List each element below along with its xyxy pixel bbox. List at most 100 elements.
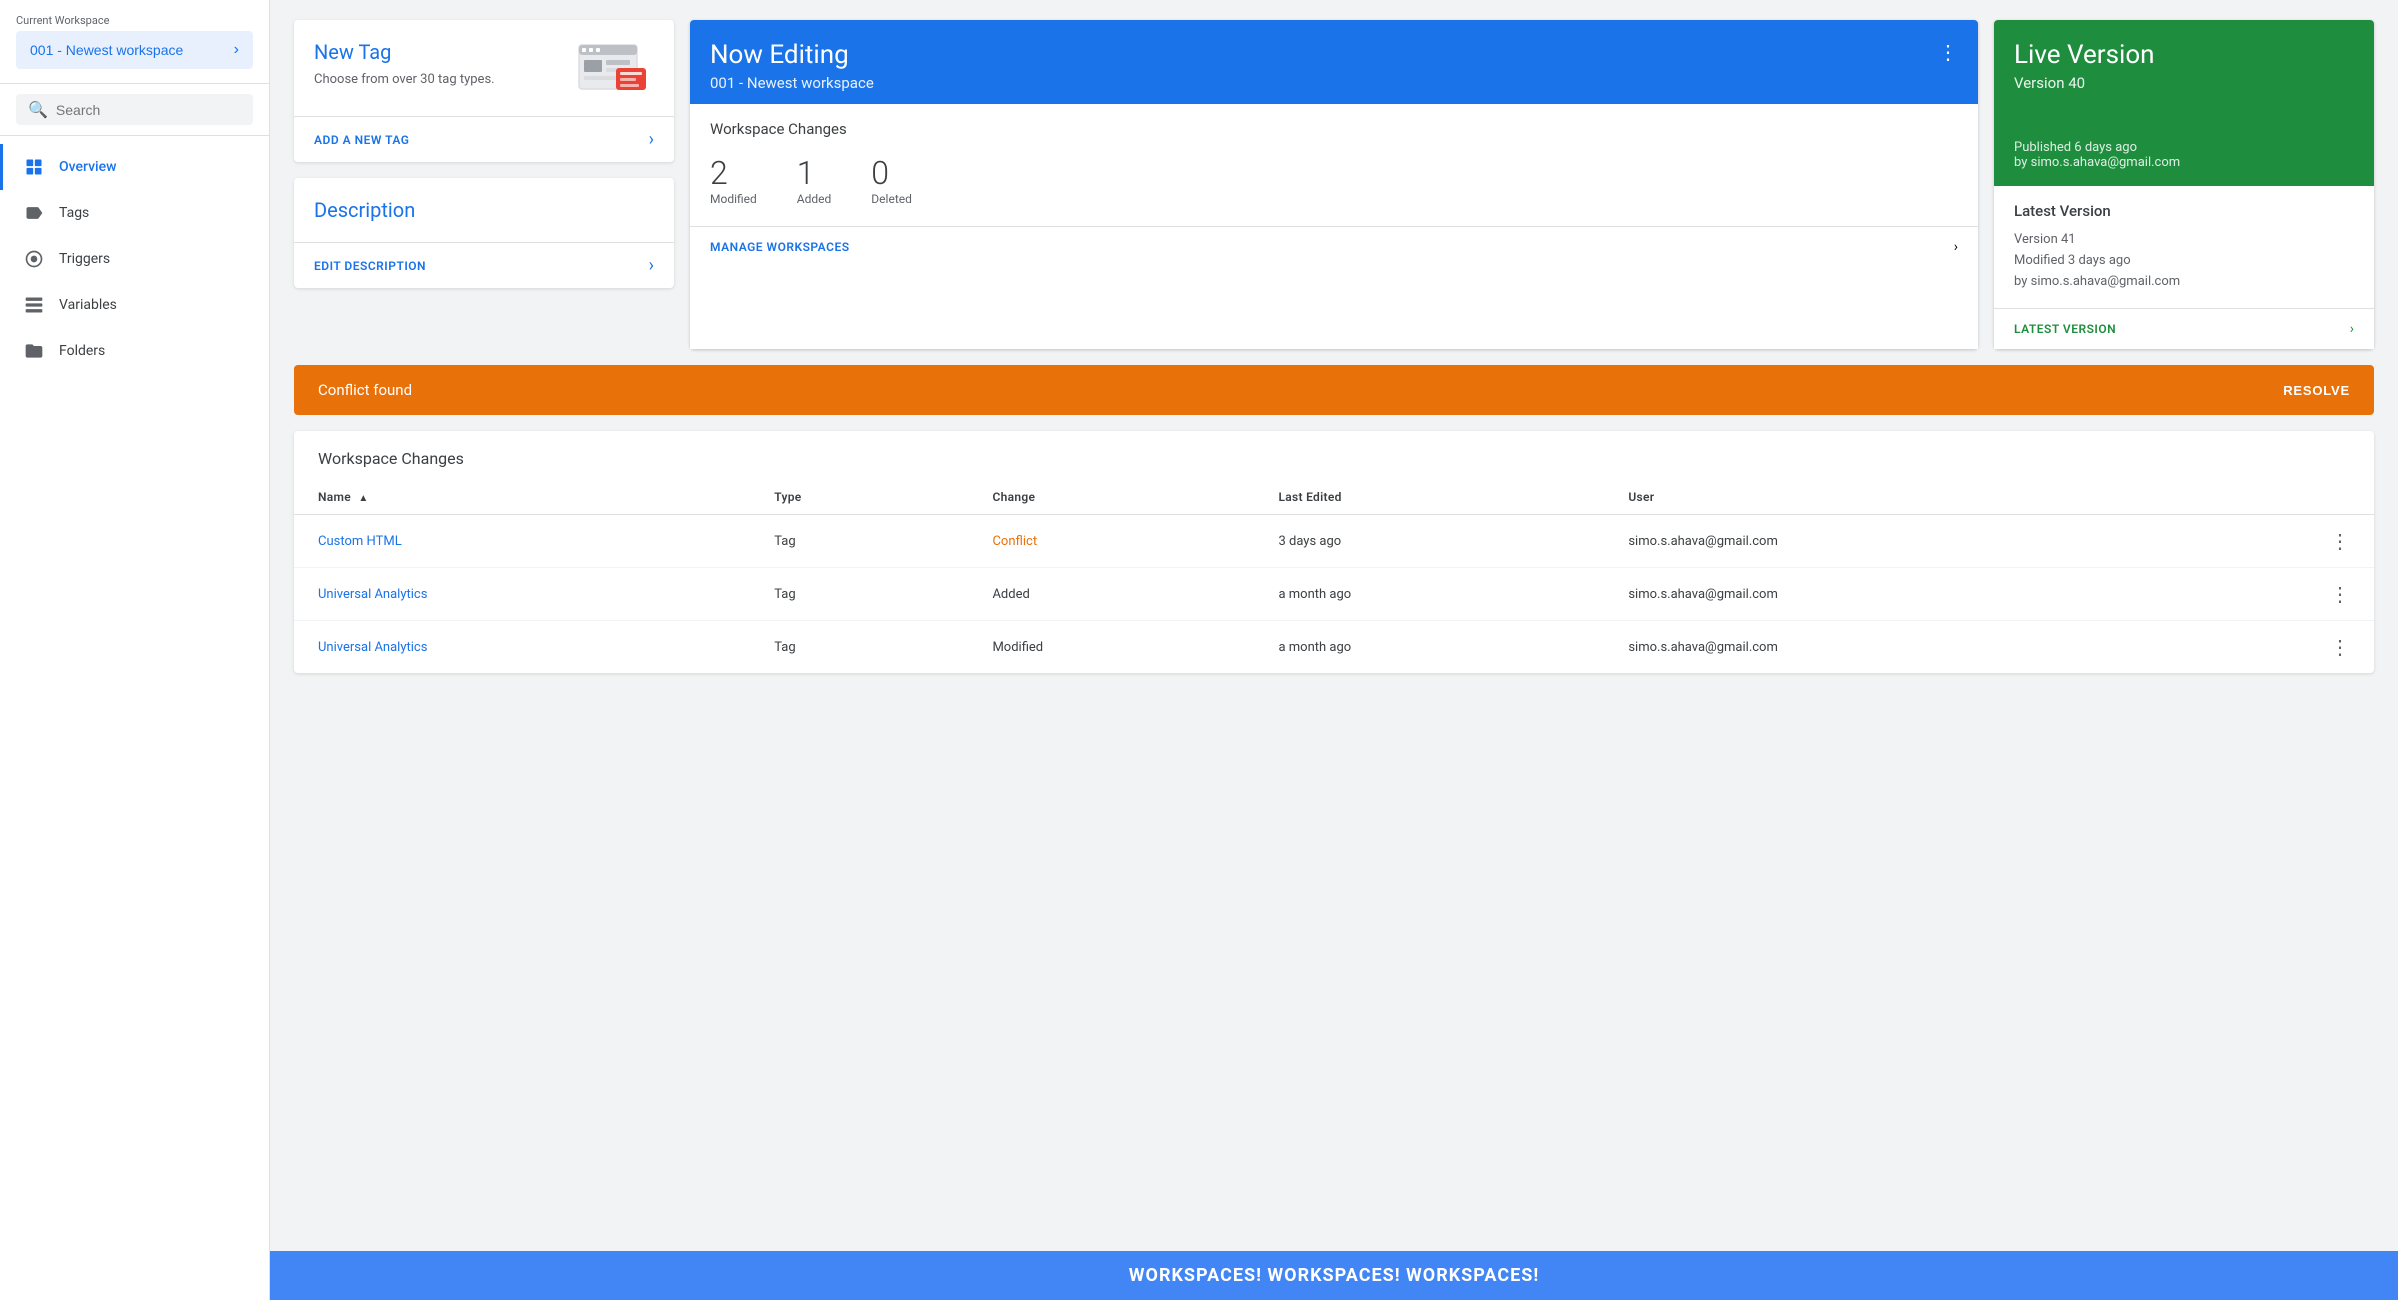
- search-icon: 🔍: [28, 100, 48, 119]
- chevron-right-icon-live: ›: [2350, 321, 2354, 337]
- tag-icon-image: [574, 40, 654, 100]
- sidebar-item-folders-label: Folders: [59, 343, 105, 359]
- top-cards-row: New Tag Choose from over 30 tag types.: [294, 20, 2374, 349]
- row-menu-button[interactable]: ⋮: [2177, 515, 2374, 568]
- sidebar-item-folders[interactable]: Folders: [0, 328, 269, 374]
- col-last-edited: Last Edited: [1254, 480, 1604, 515]
- main-inner: New Tag Choose from over 30 tag types.: [270, 0, 2398, 1251]
- resolve-button[interactable]: RESOLVE: [2283, 383, 2350, 398]
- tag-icon: [23, 202, 45, 224]
- sidebar-item-variables-label: Variables: [59, 297, 117, 313]
- chevron-right-icon-desc: ›: [649, 255, 654, 276]
- chevron-right-icon: ›: [234, 41, 239, 59]
- new-tag-text: New Tag Choose from over 30 tag types.: [314, 40, 495, 87]
- current-workspace-label: Current Workspace: [16, 14, 253, 27]
- description-card: Description EDIT DESCRIPTION ›: [294, 178, 674, 288]
- col-name: Name ▲: [294, 480, 750, 515]
- sort-icon: ▲: [358, 493, 368, 504]
- added-count: 1: [797, 154, 815, 192]
- workspace-selector-button[interactable]: 001 - Newest workspace ›: [16, 31, 253, 69]
- sidebar-nav: Overview Tags Triggers: [0, 136, 269, 1300]
- cell-change-value: Modified: [992, 640, 1043, 655]
- main-content: New Tag Choose from over 30 tag types.: [270, 0, 2398, 1300]
- cell-name: Custom HTML: [294, 515, 750, 568]
- col-type: Type: [750, 480, 968, 515]
- modified-by: by simo.s.ahava@gmail.com: [2014, 272, 2354, 293]
- description-card-body: Description: [294, 178, 674, 242]
- now-editing-workspace-name: 001 - Newest workspace: [710, 74, 874, 92]
- edit-description-link[interactable]: EDIT DESCRIPTION: [314, 259, 426, 273]
- bottom-banner: WORKSPACES! WORKSPACES! WORKSPACES!: [270, 1251, 2398, 1300]
- row-name-link[interactable]: Universal Analytics: [318, 640, 427, 655]
- live-version-title: Live Version: [2014, 40, 2354, 70]
- search-box: 🔍: [16, 94, 253, 125]
- row-menu-button[interactable]: ⋮: [2177, 568, 2374, 621]
- live-published-section: Published 6 days ago by simo.s.ahava@gma…: [1994, 132, 2374, 186]
- cell-last-edited: 3 days ago: [1254, 515, 1604, 568]
- manage-workspaces-link[interactable]: MANAGE WORKSPACES: [710, 240, 850, 254]
- cell-user: simo.s.ahava@gmail.com: [1604, 568, 2177, 621]
- cell-change-value: Added: [992, 587, 1029, 602]
- conflict-banner: Conflict found RESOLVE: [294, 365, 2374, 415]
- published-text: Published 6 days ago: [2014, 140, 2354, 155]
- conflict-text: Conflict found: [318, 381, 412, 399]
- left-cards-column: New Tag Choose from over 30 tag types.: [294, 20, 674, 349]
- deleted-stat: 0 Deleted: [871, 154, 912, 206]
- table-body: Custom HTML Tag Conflict 3 days ago simo…: [294, 515, 2374, 674]
- deleted-count: 0: [871, 154, 889, 192]
- changes-stats: 2 Modified 1 Added 0 Deleted: [710, 154, 1958, 206]
- workspace-changes-table: Name ▲ Type Change Last Edited User Cust…: [294, 480, 2374, 673]
- more-options-icon[interactable]: ⋮: [1938, 40, 1958, 64]
- cell-change: Added: [968, 568, 1254, 621]
- cell-change-value: Conflict: [992, 534, 1037, 549]
- cell-change: Conflict: [968, 515, 1254, 568]
- description-title: Description: [314, 198, 654, 222]
- modified-text: Modified 3 days ago: [2014, 251, 2354, 272]
- new-tag-card: New Tag Choose from over 30 tag types.: [294, 20, 674, 162]
- modified-label: Modified: [710, 192, 757, 206]
- table-row: Custom HTML Tag Conflict 3 days ago simo…: [294, 515, 2374, 568]
- trigger-icon: [23, 248, 45, 270]
- live-version-footer: LATEST VERSION ›: [1994, 308, 2374, 349]
- new-tag-card-footer: ADD A NEW TAG ›: [294, 116, 674, 162]
- current-workspace-section: Current Workspace 001 - Newest workspace…: [0, 0, 269, 84]
- latest-version-link[interactable]: LATEST VERSION: [2014, 322, 2116, 336]
- sidebar-item-tags[interactable]: Tags: [0, 190, 269, 236]
- modified-stat: 2 Modified: [710, 154, 757, 206]
- modified-count: 2: [710, 154, 728, 192]
- new-tag-card-body: New Tag Choose from over 30 tag types.: [294, 20, 674, 116]
- sidebar-item-triggers-label: Triggers: [59, 251, 110, 267]
- now-editing-footer: MANAGE WORKSPACES ›: [690, 226, 1978, 267]
- cell-name: Universal Analytics: [294, 568, 750, 621]
- cell-name: Universal Analytics: [294, 621, 750, 674]
- cell-type: Tag: [750, 621, 968, 674]
- row-name-link[interactable]: Custom HTML: [318, 534, 402, 549]
- now-editing-card: Now Editing 001 - Newest workspace ⋮ Wor…: [690, 20, 1978, 349]
- live-version-header: Live Version Version 40: [1994, 20, 2374, 132]
- row-name-link[interactable]: Universal Analytics: [318, 587, 427, 602]
- add-new-tag-link[interactable]: ADD A NEW TAG: [314, 133, 409, 147]
- row-menu-button[interactable]: ⋮: [2177, 621, 2374, 674]
- sidebar-item-overview[interactable]: Overview: [0, 144, 269, 190]
- deleted-label: Deleted: [871, 192, 912, 206]
- col-user: User: [1604, 480, 2177, 515]
- workspace-changes-table-title: Workspace Changes: [294, 431, 2374, 480]
- folders-icon: [23, 340, 45, 362]
- cell-last-edited: a month ago: [1254, 568, 1604, 621]
- live-version-number: Version 40: [2014, 74, 2354, 92]
- cell-type: Tag: [750, 568, 968, 621]
- workspace-name: 001 - Newest workspace: [30, 42, 183, 58]
- overview-icon: [23, 156, 45, 178]
- cell-type: Tag: [750, 515, 968, 568]
- live-version-bottom: Latest Version Version 41 Modified 3 day…: [1994, 186, 2374, 349]
- description-card-footer: EDIT DESCRIPTION ›: [294, 242, 674, 288]
- now-editing-header-text: Now Editing 001 - Newest workspace: [710, 40, 874, 92]
- sidebar-item-triggers[interactable]: Triggers: [0, 236, 269, 282]
- search-input[interactable]: [56, 102, 241, 118]
- now-editing-title: Now Editing: [710, 40, 874, 70]
- table-header-row: Name ▲ Type Change Last Edited User: [294, 480, 2374, 515]
- chevron-right-icon: ›: [649, 129, 654, 150]
- search-section: 🔍: [0, 84, 269, 136]
- added-label: Added: [797, 192, 832, 206]
- sidebar-item-variables[interactable]: Variables: [0, 282, 269, 328]
